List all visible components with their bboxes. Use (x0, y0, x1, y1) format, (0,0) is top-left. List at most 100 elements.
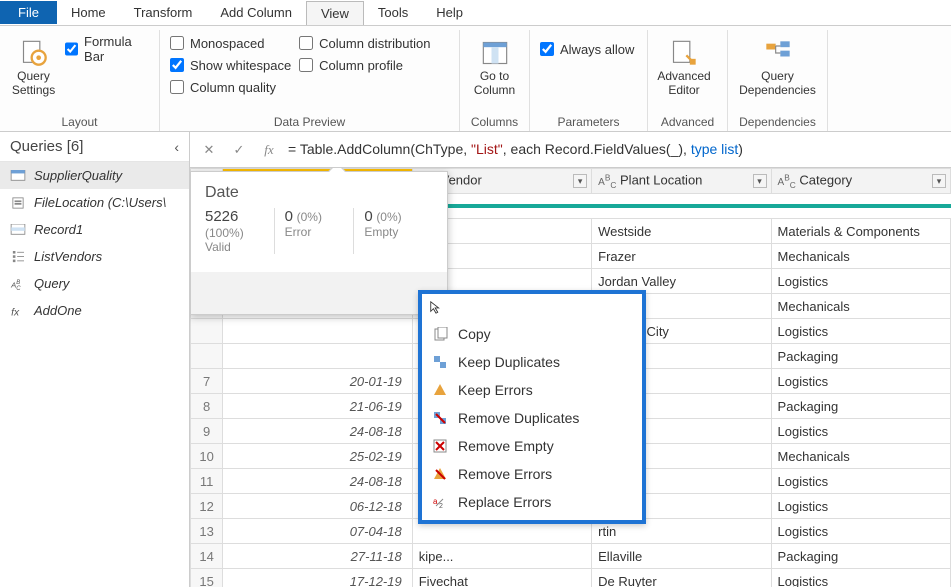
column-distribution-checkbox[interactable]: Column distribution (295, 32, 434, 54)
formula-input[interactable]: = Table.AddColumn(ChType, "List", each R… (288, 141, 743, 158)
row-index[interactable]: 14 (191, 544, 223, 569)
table-column-icon (481, 39, 509, 67)
context-menu-item[interactable]: Copy (422, 320, 642, 348)
row-index[interactable]: 13 (191, 519, 223, 544)
query-item[interactable]: ABCQuery (0, 270, 189, 297)
query-item[interactable]: ListVendors (0, 243, 189, 270)
row-index[interactable]: 9 (191, 419, 223, 444)
group-label-dependencies: Dependencies (734, 115, 821, 131)
query-settings-button[interactable]: Query Settings (6, 32, 61, 104)
query-item-label: ListVendors (34, 249, 102, 264)
context-menu-item[interactable]: Remove Empty (422, 432, 642, 460)
row-index[interactable]: 7 (191, 369, 223, 394)
cell-category[interactable]: Logistics (771, 494, 950, 519)
show-whitespace-checkbox[interactable]: Show whitespace (166, 54, 295, 76)
queries-header[interactable]: Queries [6] ‹ (0, 132, 189, 162)
table-icon (10, 170, 26, 182)
cell-category[interactable]: Mechanicals (771, 294, 950, 319)
context-menu-item[interactable]: Keep Errors (422, 376, 642, 404)
formula-cancel-icon[interactable]: ✕ (198, 139, 220, 161)
cell-vendor[interactable]: kipe... (412, 544, 591, 569)
cell-plant[interactable]: Frazer (592, 244, 771, 269)
column-filter-icon[interactable]: ▾ (753, 174, 767, 188)
cell-category[interactable]: Materials & Components (771, 219, 950, 244)
table-row[interactable]: 15 17-12-19 Fivechat De Ruyter Logistics (191, 569, 951, 587)
monospaced-checkbox[interactable]: Monospaced (166, 32, 295, 54)
table-row[interactable]: 14 27-11-18 kipe... Ellaville Packaging (191, 544, 951, 569)
cell-category[interactable]: Mechanicals (771, 444, 950, 469)
always-allow-checkbox[interactable]: Always allow (536, 38, 638, 60)
context-menu-item[interactable]: Remove Duplicates (422, 404, 642, 432)
column-header-plant[interactable]: ABC Plant Location ▾ (592, 169, 771, 194)
cell-date[interactable]: 17-12-19 (223, 569, 412, 587)
row-index[interactable]: 15 (191, 569, 223, 587)
menu-add-column[interactable]: Add Column (206, 1, 306, 24)
cell-plant[interactable]: Westside (592, 219, 771, 244)
query-item[interactable]: SupplierQuality (0, 162, 189, 189)
cell-plant[interactable]: Ellaville (592, 544, 771, 569)
menu-transform[interactable]: Transform (120, 1, 207, 24)
cell-category[interactable]: Logistics (771, 419, 950, 444)
row-index[interactable] (191, 344, 223, 369)
cell-category[interactable]: Logistics (771, 519, 950, 544)
query-settings-label: Query Settings (6, 69, 61, 97)
cell-category[interactable]: Logistics (771, 569, 950, 587)
cell-vendor[interactable]: Fivechat (412, 569, 591, 587)
formula-bar-checkbox[interactable]: Formula Bar (61, 38, 153, 60)
column-filter-icon[interactable]: ▾ (573, 174, 587, 188)
context-menu-label: Remove Errors (458, 466, 552, 482)
formula-bar-check-input[interactable] (65, 42, 78, 56)
context-menu-label: Remove Empty (458, 438, 554, 454)
query-item[interactable]: FileLocation (C:\Users\ (0, 189, 189, 216)
fx-icon[interactable]: fx (258, 139, 280, 161)
cell-category[interactable]: Logistics (771, 319, 950, 344)
query-item[interactable]: fxAddOne (0, 297, 189, 324)
menu-file[interactable]: File (0, 1, 57, 24)
column-profile-checkbox[interactable]: Column profile (295, 54, 434, 76)
row-index[interactable]: 11 (191, 469, 223, 494)
formula-bar: ✕ ✓ fx = Table.AddColumn(ChType, "List",… (190, 132, 951, 168)
row-index[interactable]: 8 (191, 394, 223, 419)
formula-accept-icon[interactable]: ✓ (228, 139, 250, 161)
column-header-category[interactable]: ABC Category ▾ (771, 169, 950, 194)
cell-category[interactable]: Logistics (771, 469, 950, 494)
context-menu-item[interactable]: a2Replace Errors (422, 488, 642, 516)
cell-date[interactable]: 20-01-19 (223, 369, 412, 394)
cell-date[interactable] (223, 319, 412, 344)
cell-date[interactable]: 06-12-18 (223, 494, 412, 519)
goto-column-button[interactable]: Go to Column (466, 32, 523, 104)
cell-category[interactable]: Mechanicals (771, 244, 950, 269)
cell-category[interactable]: Packaging (771, 344, 950, 369)
cell-date[interactable]: 21-06-19 (223, 394, 412, 419)
cell-category[interactable]: Packaging (771, 544, 950, 569)
column-filter-icon[interactable]: ▾ (932, 174, 946, 188)
advanced-editor-button[interactable]: Advanced Editor (654, 32, 714, 104)
ctx-icon (432, 411, 448, 425)
row-index[interactable]: 10 (191, 444, 223, 469)
cell-category[interactable]: Packaging (771, 394, 950, 419)
query-dependencies-button[interactable]: Query Dependencies (734, 32, 821, 104)
menu-view[interactable]: View (306, 1, 364, 25)
cell-date[interactable]: 07-04-18 (223, 519, 412, 544)
cell-date[interactable]: 24-08-18 (223, 419, 412, 444)
menu-tools[interactable]: Tools (364, 1, 422, 24)
cell-plant[interactable]: De Ruyter (592, 569, 771, 587)
row-index[interactable] (191, 319, 223, 344)
context-menu-item[interactable]: Remove Errors (422, 460, 642, 488)
cell-date[interactable]: 27-11-18 (223, 544, 412, 569)
collapse-chevron-icon[interactable]: ‹ (174, 139, 179, 155)
cell-date[interactable]: 25-02-19 (223, 444, 412, 469)
cell-date[interactable] (223, 344, 412, 369)
menu-home[interactable]: Home (57, 1, 120, 24)
context-menu: CopyKeep DuplicatesKeep ErrorsRemove Dup… (418, 290, 646, 524)
group-label-advanced: Advanced (654, 115, 721, 131)
context-menu-item[interactable]: Keep Duplicates (422, 348, 642, 376)
menu-help[interactable]: Help (422, 1, 477, 24)
row-index[interactable]: 12 (191, 494, 223, 519)
column-quality-checkbox[interactable]: Column quality (166, 76, 295, 98)
query-item[interactable]: Record1 (0, 216, 189, 243)
cell-category[interactable]: Logistics (771, 369, 950, 394)
formula-bar-label: Formula Bar (84, 34, 149, 64)
cell-date[interactable]: 24-08-18 (223, 469, 412, 494)
cell-category[interactable]: Logistics (771, 269, 950, 294)
